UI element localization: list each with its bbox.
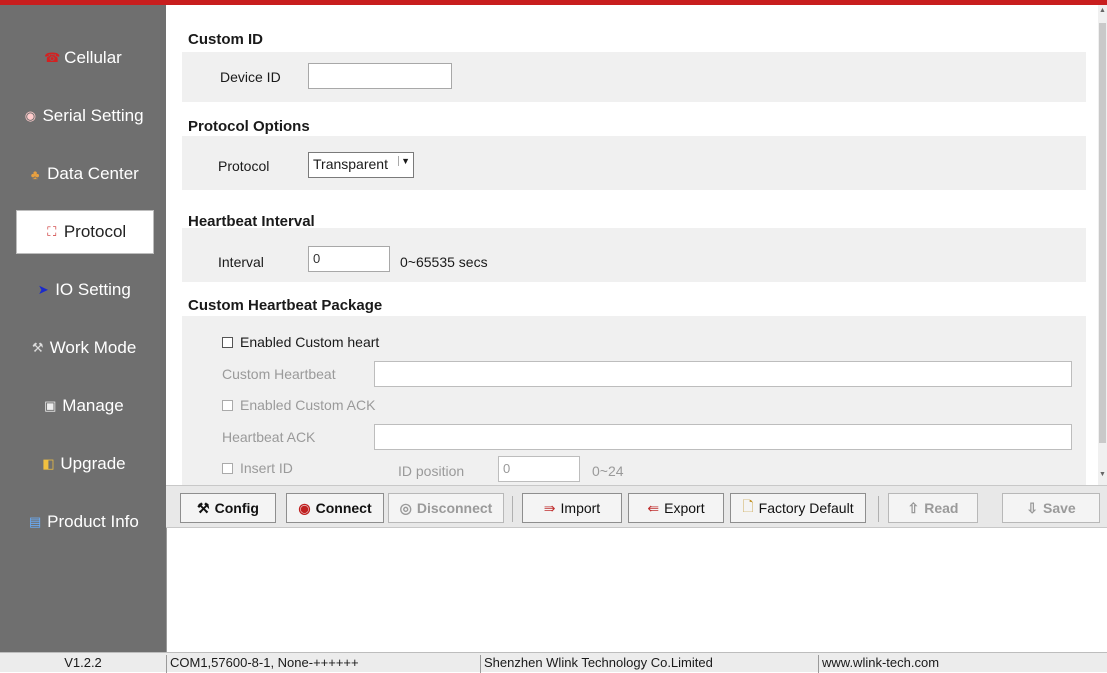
serial-port-icon: ◉ <box>24 108 37 123</box>
sidebar-item-label: Protocol <box>63 222 127 241</box>
factory-default-button[interactable]: 🗋 Factory Default <box>730 493 866 523</box>
enable-custom-ack-checkbox[interactable] <box>222 400 233 411</box>
sidebar-item-product-info[interactable]: ▤ Product Info <box>0 500 166 544</box>
section-title-protocol-options: Protocol Options <box>188 118 310 135</box>
connect-button-label: Connect <box>315 500 372 516</box>
toolbar-separator <box>878 496 879 522</box>
interval-input[interactable]: 0 <box>308 246 390 272</box>
import-button-label: Import <box>560 500 601 516</box>
protocol-icon: ⛶ <box>47 224 57 239</box>
read-button[interactable]: ⇧ Read <box>888 493 978 523</box>
sidebar-item-label: Work Mode <box>49 338 137 357</box>
custom-heartbeat-panel: Enabled Custom heart Custom Heartbeat En… <box>182 316 1086 485</box>
heartbeat-interval-panel: Interval 0 0~65535 secs <box>182 228 1086 282</box>
config-button[interactable]: ⚒ Config <box>180 493 276 523</box>
arrow-up-icon: ⇧ <box>907 499 920 516</box>
protocol-options-panel: Protocol Transparent ▼ <box>182 136 1086 190</box>
export-button-label: Export <box>664 500 705 516</box>
enable-custom-ack-label: Enabled Custom ACK <box>240 397 376 413</box>
import-icon: ⇛ <box>543 499 556 516</box>
scroll-down-icon[interactable]: ▼ <box>1098 471 1107 478</box>
id-position-label: ID position <box>398 463 465 479</box>
custom-heartbeat-label: Custom Heartbeat <box>222 366 336 382</box>
arrow-right-icon: ➤ <box>37 282 49 297</box>
log-output-area[interactable] <box>166 528 1107 652</box>
settings-panel: Custom ID Device ID Protocol Options Pro… <box>166 5 1098 485</box>
upgrade-icon: ◧ <box>42 456 55 471</box>
save-button[interactable]: ⇩ Save <box>1002 493 1100 523</box>
export-icon: ⇚ <box>647 499 660 516</box>
interval-label: Interval <box>218 254 264 270</box>
toolbar-separator <box>512 496 513 522</box>
id-position-input[interactable]: 0 <box>498 456 580 482</box>
sidebar-item-cellular[interactable]: ☎ Cellular <box>0 36 166 80</box>
scroll-up-icon[interactable]: ▲ <box>1098 7 1107 14</box>
save-button-label: Save <box>1043 500 1076 516</box>
status-port: COM1,57600-8-1, None-++++++ <box>166 655 478 673</box>
vertical-scrollbar[interactable]: ▲ ▼ <box>1098 5 1107 485</box>
sidebar-item-label: Product Info <box>47 512 139 531</box>
enable-custom-heart-label: Enabled Custom heart <box>240 334 380 350</box>
connect-button[interactable]: ◉ Connect <box>286 493 384 523</box>
sidebar-item-io-setting[interactable]: ➤ IO Setting <box>0 268 166 312</box>
protocol-select[interactable]: Transparent ▼ <box>308 152 414 178</box>
status-website: www.wlink-tech.com <box>818 655 1107 673</box>
document-icon: 🗋 <box>742 498 754 514</box>
sidebar-item-data-center[interactable]: ♣ Data Center <box>0 152 166 196</box>
protocol-label: Protocol <box>218 158 270 174</box>
arrow-down-icon: ⇩ <box>1026 499 1039 516</box>
phone-icon: ☎ <box>44 50 61 65</box>
custom-heartbeat-input[interactable] <box>374 361 1072 387</box>
section-title-custom-heartbeat: Custom Heartbeat Package <box>188 297 383 314</box>
scrollbar-thumb[interactable] <box>1099 23 1106 443</box>
disconnect-icon: ◎ <box>399 499 412 516</box>
insert-id-label: Insert ID <box>240 460 293 476</box>
sidebar-item-work-mode[interactable]: ⚒ Work Mode <box>0 326 166 370</box>
heartbeat-ack-input[interactable] <box>374 424 1072 450</box>
heartbeat-ack-label: Heartbeat ACK <box>222 429 316 445</box>
monitor-icon: ▣ <box>44 398 57 413</box>
import-button[interactable]: ⇛ Import <box>522 493 622 523</box>
sidebar-item-label: Serial Setting <box>42 106 144 125</box>
enable-custom-heart-checkbox[interactable] <box>222 337 233 348</box>
sidebar-item-serial-setting[interactable]: ◉ Serial Setting <box>0 94 166 138</box>
read-button-label: Read <box>924 500 959 516</box>
sidebar-item-label: Cellular <box>64 48 122 67</box>
sidebar-item-label: Data Center <box>47 164 139 183</box>
sidebar-item-label: IO Setting <box>55 280 131 299</box>
insert-id-checkbox[interactable] <box>222 463 233 474</box>
sidebar-item-label: Manage <box>62 396 124 415</box>
id-position-hint: 0~24 <box>592 463 624 479</box>
export-button[interactable]: ⇚ Export <box>628 493 724 523</box>
sidebar-item-manage[interactable]: ▣ Manage <box>0 384 166 428</box>
chevron-down-icon: ▼ <box>398 156 410 166</box>
info-card-icon: ▤ <box>29 514 42 529</box>
factory-default-button-label: Factory Default <box>758 500 854 516</box>
status-bar: V1.2.2 COM1,57600-8-1, None-++++++ Shenz… <box>0 652 1107 673</box>
device-id-input[interactable] <box>308 63 452 89</box>
connect-icon: ◉ <box>298 499 311 516</box>
config-button-label: Config <box>214 500 259 516</box>
status-version: V1.2.2 <box>64 655 102 670</box>
action-toolbar: ⚒ Config ◉ Connect ◎ Disconnect ⇛ Import… <box>166 485 1107 528</box>
custom-id-panel: Device ID <box>182 52 1086 102</box>
network-icon: ♣ <box>30 166 40 182</box>
sidebar-item-upgrade[interactable]: ◧ Upgrade <box>0 442 166 486</box>
tools-icon: ⚒ <box>31 340 44 355</box>
sidebar-item-protocol[interactable]: ⛶ Protocol <box>16 210 154 254</box>
status-company: Shenzhen Wlink Technology Co.Limited <box>480 655 816 673</box>
device-id-label: Device ID <box>220 69 281 85</box>
tools-icon: ⚒ <box>197 499 210 516</box>
sidebar: ☎ Cellular ◉ Serial Setting ♣ Data Cente… <box>0 5 166 655</box>
disconnect-button[interactable]: ◎ Disconnect <box>388 493 504 523</box>
disconnect-button-label: Disconnect <box>416 500 493 516</box>
protocol-select-value: Transparent <box>313 156 388 172</box>
section-title-custom-id: Custom ID <box>188 31 263 48</box>
sidebar-item-label: Upgrade <box>60 454 126 473</box>
interval-range-hint: 0~65535 secs <box>400 254 488 270</box>
